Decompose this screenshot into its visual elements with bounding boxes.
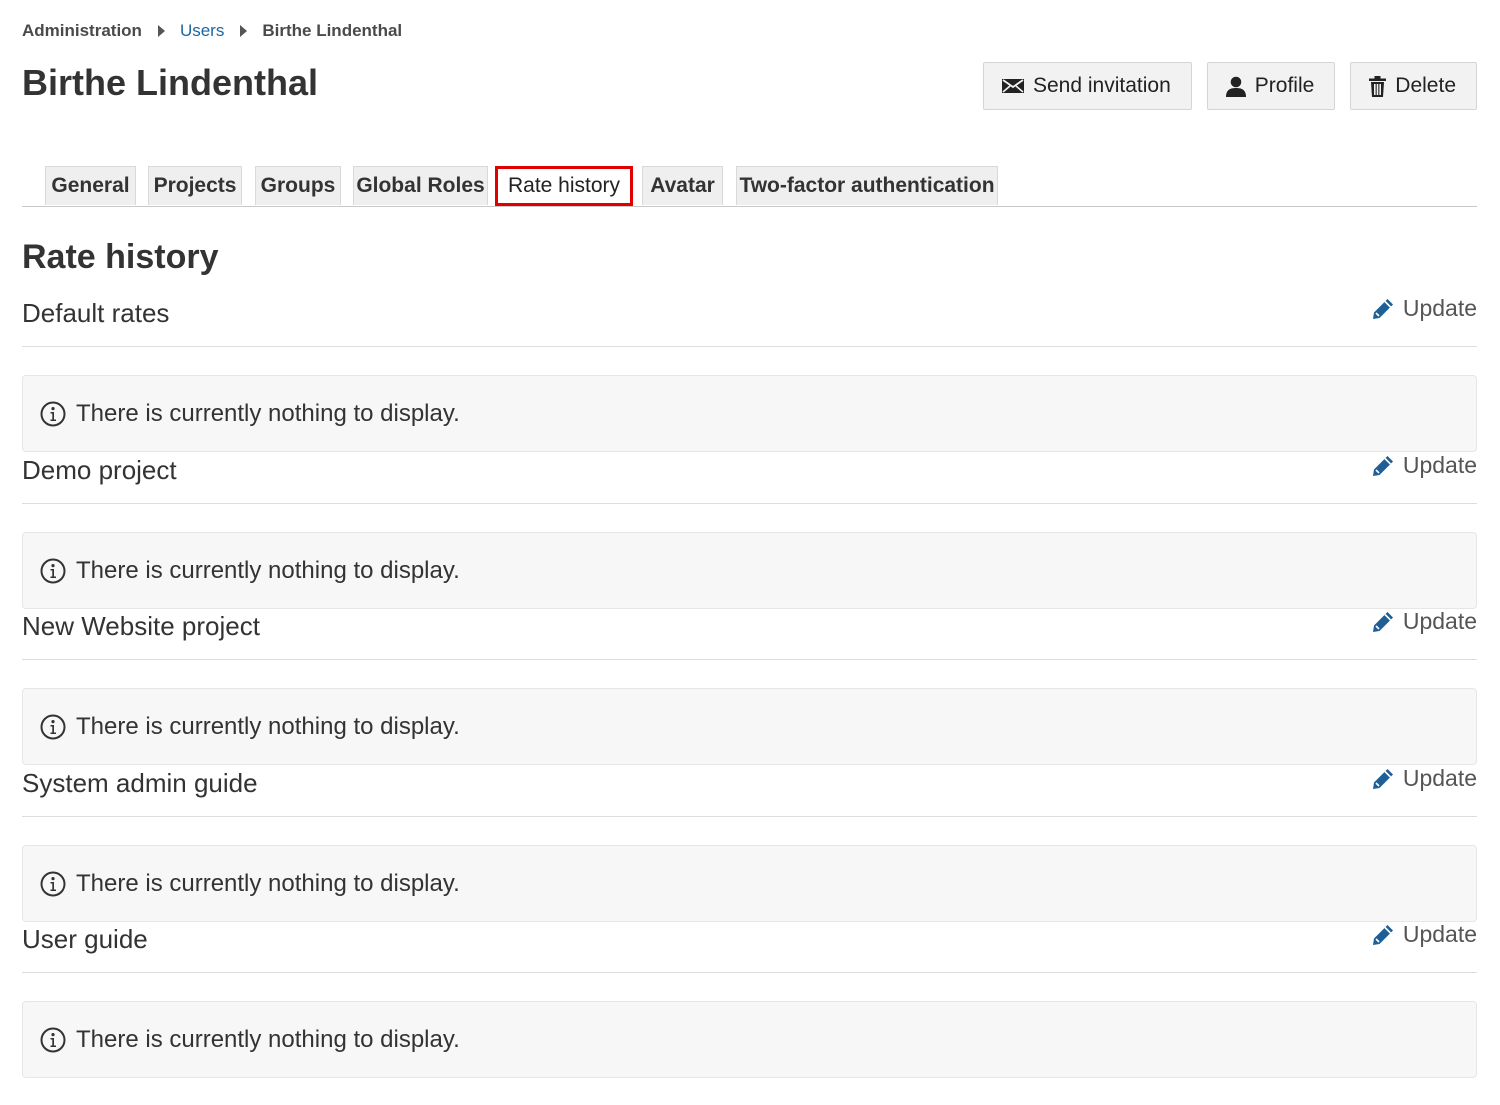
tab-two-factor-authentication[interactable]: Two-factor authentication xyxy=(736,166,998,205)
tab-general[interactable]: General xyxy=(45,166,136,205)
rate-group-header: New Website project Update xyxy=(22,608,1477,660)
rate-group: System admin guide Update There is curre… xyxy=(22,765,1477,922)
update-button[interactable]: Update xyxy=(1371,452,1477,479)
empty-notice: There is currently nothing to display. xyxy=(22,845,1477,922)
rate-group-header: Default rates Update xyxy=(22,295,1477,347)
update-label: Update xyxy=(1402,452,1477,478)
empty-notice: There is currently nothing to display. xyxy=(22,1001,1477,1078)
send-invitation-button[interactable]: Send invitation xyxy=(983,62,1192,110)
update-label: Update xyxy=(1402,765,1477,791)
send-invitation-label: Send invitation xyxy=(1033,74,1171,97)
update-label: Update xyxy=(1402,295,1477,321)
empty-notice-text: There is currently nothing to display. xyxy=(76,1025,460,1053)
breadcrumb-administration[interactable]: Administration xyxy=(22,21,142,41)
profile-label: Profile xyxy=(1254,74,1315,97)
empty-notice-text: There is currently nothing to display. xyxy=(76,869,460,897)
info-icon xyxy=(40,558,66,584)
pencil-icon xyxy=(1371,297,1395,321)
breadcrumb-separator-icon xyxy=(240,25,248,37)
info-icon xyxy=(40,1027,66,1053)
tab-global-roles[interactable]: Global Roles xyxy=(353,166,488,205)
page-title: Birthe Lindenthal xyxy=(22,62,318,103)
pencil-icon xyxy=(1371,610,1395,634)
update-label: Update xyxy=(1402,608,1477,634)
rate-group-header: User guide Update xyxy=(22,921,1477,973)
envelope-icon xyxy=(1002,78,1024,94)
tab-rate-history[interactable]: Rate history xyxy=(495,166,633,206)
empty-notice-text: There is currently nothing to display. xyxy=(76,399,460,427)
tab-avatar[interactable]: Avatar xyxy=(642,166,723,205)
rate-group: New Website project Update There is curr… xyxy=(22,608,1477,765)
pencil-icon xyxy=(1371,454,1395,478)
update-button[interactable]: Update xyxy=(1371,921,1477,948)
info-icon xyxy=(40,401,66,427)
info-icon xyxy=(40,714,66,740)
tab-bar: General Projects Groups Global Roles Rat… xyxy=(22,166,1477,207)
breadcrumb-current: Birthe Lindenthal xyxy=(262,21,403,40)
rate-group-title: Default rates xyxy=(22,298,170,328)
breadcrumb-users[interactable]: Users xyxy=(180,21,224,41)
update-button[interactable]: Update xyxy=(1371,608,1477,635)
delete-label: Delete xyxy=(1395,74,1456,97)
empty-notice: There is currently nothing to display. xyxy=(22,532,1477,609)
user-icon xyxy=(1225,76,1246,97)
empty-notice-text: There is currently nothing to display. xyxy=(76,556,460,584)
rate-group-title: New Website project xyxy=(22,611,260,641)
update-button[interactable]: Update xyxy=(1371,765,1477,792)
rate-group: Demo project Update There is currently n… xyxy=(22,452,1477,609)
pencil-icon xyxy=(1371,767,1395,791)
toolbar: Send invitation Profile Delete xyxy=(968,62,1477,110)
rate-group-title: Demo project xyxy=(22,455,177,485)
breadcrumb: Administration Users Birthe Lindenthal xyxy=(22,21,402,41)
rate-group-header: Demo project Update xyxy=(22,452,1477,504)
rate-group-header: System admin guide Update xyxy=(22,765,1477,817)
tab-projects[interactable]: Projects xyxy=(148,166,242,205)
delete-button[interactable]: Delete xyxy=(1350,62,1477,110)
empty-notice: There is currently nothing to display. xyxy=(22,688,1477,765)
update-button[interactable]: Update xyxy=(1371,295,1477,322)
section-title: Rate history xyxy=(22,238,219,276)
update-label: Update xyxy=(1402,921,1477,947)
empty-notice-text: There is currently nothing to display. xyxy=(76,712,460,740)
trash-icon xyxy=(1369,75,1387,97)
rate-group-title: User guide xyxy=(22,924,148,954)
tab-groups[interactable]: Groups xyxy=(255,166,341,205)
info-icon xyxy=(40,871,66,897)
pencil-icon xyxy=(1371,923,1395,947)
profile-button[interactable]: Profile xyxy=(1206,62,1336,110)
breadcrumb-separator-icon xyxy=(157,25,165,37)
empty-notice: There is currently nothing to display. xyxy=(22,375,1477,452)
rate-group: Default rates Update There is currently … xyxy=(22,295,1477,452)
rate-group-title: System admin guide xyxy=(22,768,258,798)
rate-group: User guide Update There is currently not… xyxy=(22,921,1477,1078)
